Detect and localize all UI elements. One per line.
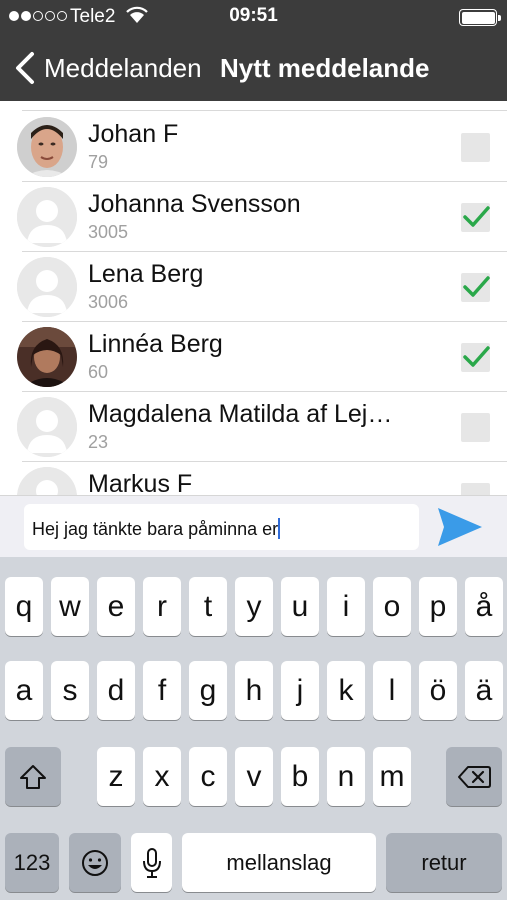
shift-key[interactable] <box>5 747 61 806</box>
avatar <box>17 257 77 317</box>
contact-name: Linnéa Berg <box>88 330 223 358</box>
key-d[interactable]: d <box>97 661 135 720</box>
compose-bar: Hej jag tänkte bara påminna er <box>0 495 507 557</box>
microphone-icon <box>142 847 161 878</box>
key-h[interactable]: h <box>235 661 273 720</box>
clock: 09:51 <box>229 5 278 26</box>
key-k[interactable]: k <box>327 661 365 720</box>
status-bar: Tele2 09:51 <box>0 0 507 34</box>
back-button[interactable]: Meddelanden <box>10 50 202 86</box>
key-g[interactable]: g <box>189 661 227 720</box>
top-bar: Tele2 09:51 Meddelanden Nytt meddelande <box>0 0 507 101</box>
navigation-bar: Meddelanden Nytt meddelande <box>0 40 507 98</box>
contact-number: 79 <box>88 152 109 172</box>
person-placeholder-icon <box>17 397 77 457</box>
checkmark-icon <box>463 206 490 227</box>
contact-number: 60 <box>88 362 109 382</box>
key-v[interactable]: v <box>235 747 273 806</box>
contact-name: Lena Berg <box>88 260 204 288</box>
key-n[interactable]: n <box>327 747 365 806</box>
select-checkbox[interactable] <box>461 273 490 302</box>
list-item-partial <box>0 101 507 111</box>
key-y[interactable]: y <box>235 577 273 636</box>
contact-row[interactable]: Magdalena Matilda af Lej… 23 <box>0 392 507 462</box>
shift-icon <box>20 764 46 789</box>
chevron-left-icon <box>16 52 34 84</box>
key-z[interactable]: z <box>97 747 135 806</box>
space-key[interactable]: mellanslag <box>182 833 376 892</box>
person-placeholder-icon <box>17 257 77 317</box>
contact-number: 3005 <box>88 222 129 242</box>
avatar <box>17 187 77 247</box>
key-m[interactable]: m <box>373 747 411 806</box>
avatar <box>17 467 77 495</box>
key-t[interactable]: t <box>189 577 227 636</box>
dictation-key[interactable] <box>131 833 172 892</box>
key-w[interactable]: w <box>51 577 89 636</box>
contact-photo-icon <box>17 117 77 177</box>
contact-name: Magdalena Matilda af Lej… <box>88 400 393 428</box>
numbers-key[interactable]: 123 <box>5 833 59 892</box>
key-o[interactable]: o <box>373 577 411 636</box>
contact-photo-icon <box>17 327 77 387</box>
contact-number: 3006 <box>88 292 129 312</box>
key-p[interactable]: p <box>419 577 457 636</box>
contact-row[interactable]: Johanna Svensson 3005 <box>0 182 507 252</box>
key-o-umlaut[interactable]: ö <box>419 661 457 720</box>
key-a[interactable]: a <box>5 661 43 720</box>
avatar <box>17 327 77 387</box>
contact-name: Markus F <box>88 470 193 495</box>
emoji-key[interactable] <box>69 833 121 892</box>
key-l[interactable]: l <box>373 661 411 720</box>
key-x[interactable]: x <box>143 747 181 806</box>
select-checkbox[interactable] <box>461 413 490 442</box>
return-key[interactable]: retur <box>386 833 502 892</box>
select-checkbox[interactable] <box>461 483 490 495</box>
contact-name: Johan F <box>88 120 179 148</box>
key-e[interactable]: e <box>97 577 135 636</box>
contact-number: 23 <box>88 432 109 452</box>
backspace-icon <box>458 765 491 788</box>
contact-list[interactable]: Johan F 79 Johanna Svensson 3005 Lena Be… <box>0 101 507 495</box>
select-checkbox[interactable] <box>461 133 490 162</box>
person-placeholder-icon <box>17 467 77 495</box>
select-checkbox[interactable] <box>461 343 490 372</box>
page-title: Nytt meddelande <box>220 53 430 83</box>
send-icon[interactable] <box>434 502 486 552</box>
key-q[interactable]: q <box>5 577 43 636</box>
key-s[interactable]: s <box>51 661 89 720</box>
key-c[interactable]: c <box>189 747 227 806</box>
avatar <box>17 397 77 457</box>
key-i[interactable]: i <box>327 577 365 636</box>
key-u[interactable]: u <box>281 577 319 636</box>
contact-name: Johanna Svensson <box>88 190 301 218</box>
emoji-icon <box>82 849 108 876</box>
avatar <box>17 117 77 177</box>
key-r[interactable]: r <box>143 577 181 636</box>
keyboard: q w e r t y u i o p å a s d f g h j k l … <box>0 557 507 900</box>
text-cursor <box>278 518 281 539</box>
key-a-umlaut[interactable]: ä <box>465 661 503 720</box>
checkmark-icon <box>463 346 490 367</box>
contact-row[interactable]: Markus F <box>0 462 507 495</box>
contact-row[interactable]: Linnéa Berg 60 <box>0 322 507 392</box>
contact-row[interactable]: Lena Berg 3006 <box>0 252 507 322</box>
key-b[interactable]: b <box>281 747 319 806</box>
back-label: Meddelanden <box>44 52 202 83</box>
person-placeholder-icon <box>17 187 77 247</box>
key-f[interactable]: f <box>143 661 181 720</box>
select-checkbox[interactable] <box>461 203 490 232</box>
checkmark-icon <box>463 276 490 297</box>
message-input[interactable]: Hej jag tänkte bara påminna er <box>24 504 419 550</box>
battery-icon <box>459 9 501 26</box>
key-j[interactable]: j <box>281 661 319 720</box>
backspace-key[interactable] <box>446 747 502 806</box>
contact-row[interactable]: Johan F 79 <box>0 112 507 182</box>
key-aring[interactable]: å <box>465 577 503 636</box>
message-text: Hej jag tänkte bara påminna er <box>32 519 279 539</box>
